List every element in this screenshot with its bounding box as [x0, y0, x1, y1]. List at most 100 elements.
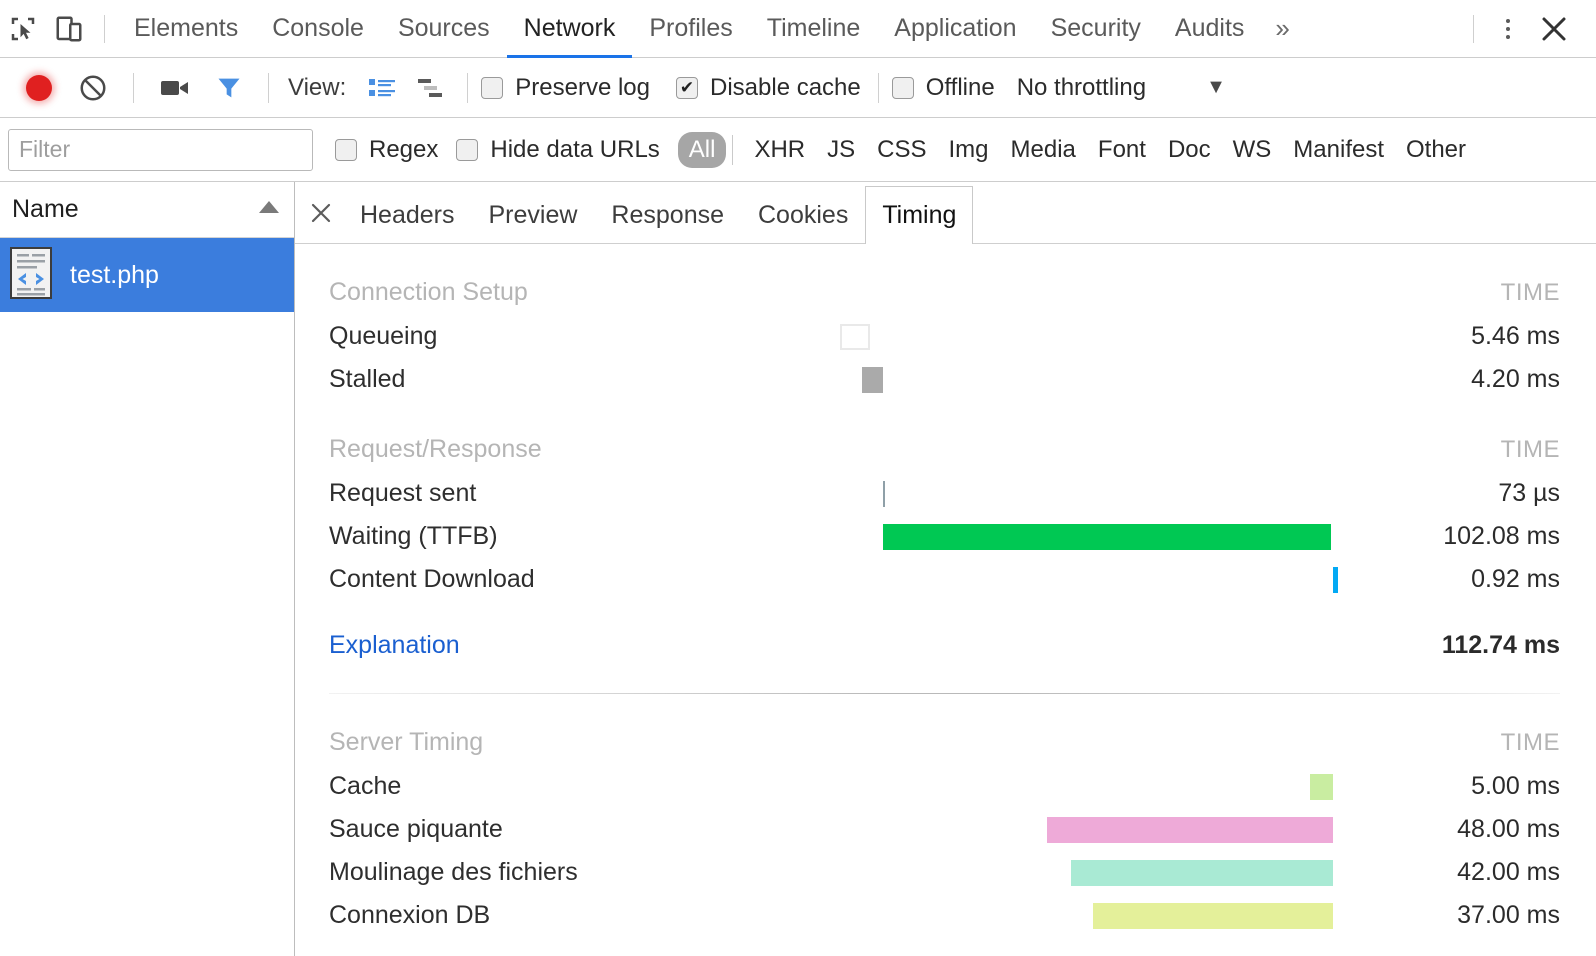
timing-bar-cell: [649, 358, 1360, 401]
filter-type-ws[interactable]: WS: [1222, 132, 1283, 168]
filter-type-img[interactable]: Img: [938, 132, 1000, 168]
document-code-icon: [10, 246, 52, 304]
filter-input[interactable]: [8, 128, 313, 171]
timing-label: Moulinage des fichiers: [329, 858, 578, 886]
devtools-tabbar: Elements Console Sources Network Profile…: [0, 0, 1596, 58]
filter-type-all[interactable]: All: [677, 131, 727, 168]
tab-application[interactable]: Application: [877, 0, 1033, 58]
timing-label: Connexion DB: [329, 901, 491, 929]
tab-network[interactable]: Network: [506, 0, 633, 58]
timing-value: 4.20 ms: [1471, 365, 1560, 393]
timing-value: 48.00 ms: [1457, 815, 1560, 843]
hide-data-urls-checkbox[interactable]: Hide data URLs: [456, 136, 660, 164]
inspect-element-icon[interactable]: [0, 7, 46, 51]
filter-type-xhr[interactable]: XHR: [743, 132, 816, 168]
timing-bar-cell: [649, 851, 1360, 894]
request-list-header[interactable]: Name: [0, 182, 294, 238]
tab-response[interactable]: Response: [594, 186, 741, 243]
list-view-icon[interactable]: [368, 76, 396, 100]
timing-section-request-response: Request/Response TIME: [329, 401, 1560, 472]
tab-audits[interactable]: Audits: [1158, 0, 1261, 58]
filter-type-css[interactable]: CSS: [866, 132, 937, 168]
record-icon[interactable]: [26, 74, 52, 101]
explanation-cell: Explanation: [329, 601, 649, 667]
tab-profiles[interactable]: Profiles: [632, 0, 749, 58]
timing-value: 5.46 ms: [1471, 322, 1560, 350]
filter-type-font[interactable]: Font: [1087, 132, 1157, 168]
bar-track: [649, 902, 1360, 929]
tab-label: Profiles: [649, 14, 733, 42]
section-time-header: TIME: [1500, 278, 1560, 306]
timing-row-connexion-db: Connexion DB 37.00 ms: [329, 894, 1560, 937]
preserve-log-checkbox[interactable]: Preserve log: [481, 74, 650, 102]
section-time-header: TIME: [1500, 728, 1560, 756]
timing-label: Content Download: [329, 565, 535, 593]
device-toolbar-icon[interactable]: [46, 7, 92, 51]
filter-type-manifest[interactable]: Manifest: [1282, 132, 1395, 168]
section-spacer: [649, 401, 1360, 472]
toolbar-divider: [133, 72, 134, 103]
more-tabs-label: »: [1275, 13, 1290, 43]
tabbar-right-controls: [1461, 7, 1596, 51]
request-row-test-php[interactable]: test.php: [0, 238, 294, 312]
network-body: Name test.php Headers Preview Response C…: [0, 182, 1596, 956]
tab-timing[interactable]: Timing: [865, 186, 974, 244]
filter-type-other[interactable]: Other: [1395, 132, 1477, 168]
timing-bar-stalled: [862, 366, 883, 393]
tab-elements[interactable]: Elements: [117, 0, 255, 58]
request-name: test.php: [70, 260, 159, 289]
tab-console[interactable]: Console: [255, 0, 381, 58]
regex-checkbox[interactable]: Regex: [335, 136, 438, 164]
waterfall-view-icon[interactable]: [416, 76, 444, 100]
tab-sources[interactable]: Sources: [381, 0, 507, 58]
timing-row-waiting-ttfb: Waiting (TTFB) 102.08 ms: [329, 515, 1560, 558]
disable-cache-checkbox[interactable]: Disable cache: [676, 74, 861, 102]
section-spacer: [649, 694, 1360, 765]
section-title: Request/Response: [329, 435, 542, 463]
timing-bar-cell: [649, 315, 1360, 358]
tab-label: Elements: [134, 14, 239, 42]
kebab-menu-icon[interactable]: [1486, 7, 1530, 51]
timing-label: Queueing: [329, 322, 438, 350]
timing-row-cache: Cache 5.00 ms: [329, 765, 1560, 808]
close-icon[interactable]: [1530, 7, 1578, 51]
throttling-value[interactable]: No throttling: [1017, 74, 1146, 102]
explanation-link[interactable]: Explanation: [329, 631, 460, 659]
panel-tabs: Elements Console Sources Network Profile…: [117, 0, 1304, 58]
timing-section-connection-setup: Connection Setup TIME: [329, 244, 1560, 315]
camera-icon[interactable]: [159, 75, 191, 101]
sort-ascending-icon[interactable]: [256, 198, 282, 221]
filter-type-doc[interactable]: Doc: [1157, 132, 1222, 168]
timing-row-moulinage: Moulinage des fichiers 42.00 ms: [329, 851, 1560, 894]
tab-timeline[interactable]: Timeline: [750, 0, 878, 58]
filter-type-js[interactable]: JS: [816, 132, 866, 168]
close-detail-icon[interactable]: [299, 182, 343, 243]
timing-bar-cell: [649, 472, 1360, 515]
section-title: Connection Setup: [329, 278, 528, 306]
bar-track: [649, 816, 1360, 843]
filter-icon[interactable]: [215, 74, 243, 102]
bar-track: [649, 566, 1360, 593]
tab-security[interactable]: Security: [1034, 0, 1158, 58]
tab-cookies[interactable]: Cookies: [741, 186, 865, 243]
total-value: 112.74 ms: [1441, 631, 1560, 659]
chevron-down-icon[interactable]: ▼: [1206, 76, 1226, 99]
tab-headers[interactable]: Headers: [343, 186, 472, 243]
section-divider-row: [329, 667, 1560, 694]
tab-label: Network: [523, 14, 616, 42]
timing-section-server-timing: Server Timing TIME: [329, 694, 1560, 765]
section-time-header: TIME: [1500, 435, 1560, 463]
timing-label: Stalled: [329, 365, 406, 393]
more-tabs-chevron-icon[interactable]: »: [1261, 0, 1303, 58]
timing-bar-cell: [649, 894, 1360, 937]
timing-value: 5.00 ms: [1471, 772, 1560, 800]
disable-cache-label: Disable cache: [710, 73, 861, 101]
timing-row-sauce-piquante: Sauce piquante 48.00 ms: [329, 808, 1560, 851]
section-title: Server Timing: [329, 728, 484, 756]
offline-checkbox[interactable]: Offline: [891, 74, 995, 102]
tab-preview[interactable]: Preview: [472, 186, 595, 243]
filter-type-media[interactable]: Media: [1000, 132, 1087, 168]
timing-row-request-sent: Request sent 73 µs: [329, 472, 1560, 515]
preserve-log-label: Preserve log: [515, 73, 650, 101]
clear-icon[interactable]: [78, 73, 108, 103]
